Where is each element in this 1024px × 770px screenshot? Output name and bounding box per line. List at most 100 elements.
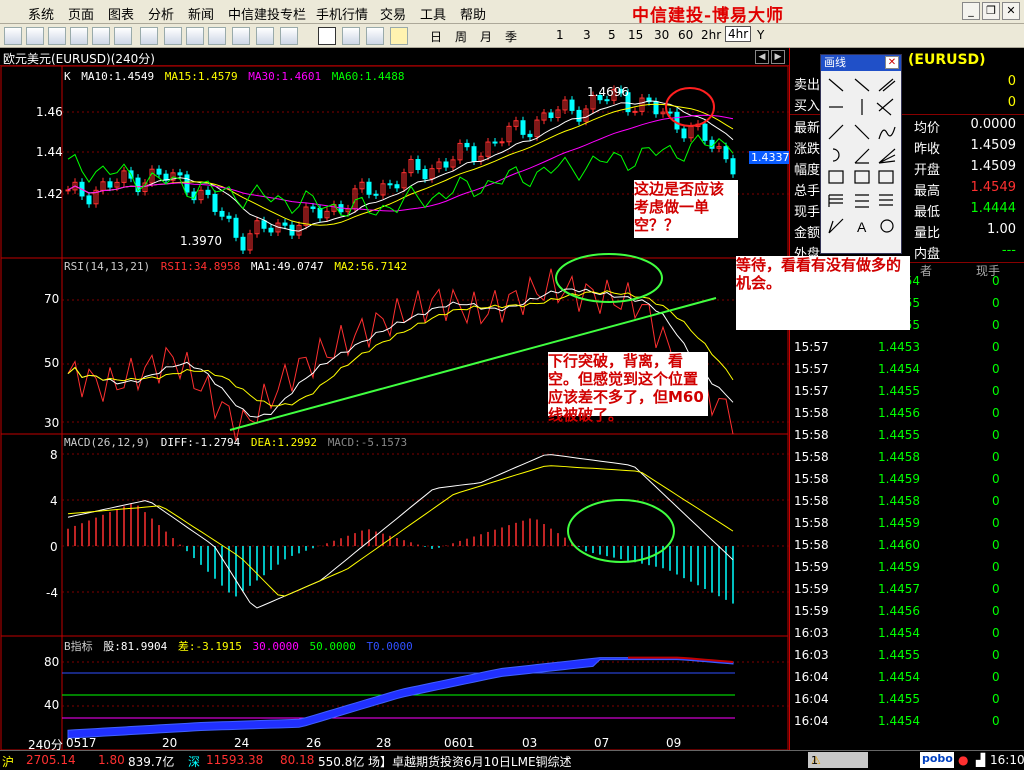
candle-body <box>387 183 393 186</box>
refresh-icon[interactable] <box>164 27 182 45</box>
legend-ma10: MA10:1.4549 <box>81 70 155 83</box>
menu-trade[interactable]: 交易 <box>380 4 406 23</box>
trade-vol: 0 <box>992 318 1000 332</box>
draw-pen-icon[interactable] <box>318 27 336 45</box>
low-label: 最低 <box>914 205 941 220</box>
menu-analysis[interactable]: 分析 <box>148 4 174 23</box>
candle-body <box>499 141 505 144</box>
ratio-label: 量比 <box>914 226 941 241</box>
menu-news[interactable]: 新闻 <box>188 4 214 23</box>
trade-row: 15:57 1.4455 0 <box>790 380 1024 402</box>
trade-vol: 0 <box>992 296 1000 310</box>
low-value: 1.4444 <box>970 201 1017 216</box>
candle-body <box>667 111 673 114</box>
now-label: 现手 <box>794 205 821 220</box>
candle-body <box>177 172 183 176</box>
period-3[interactable]: 3 <box>583 28 591 42</box>
menu-help[interactable]: 帮助 <box>460 4 486 23</box>
list-icon[interactable] <box>92 27 110 45</box>
period-day[interactable]: 日 <box>430 28 442 45</box>
trade-row: 15:58 1.4455 0 <box>790 424 1024 446</box>
trade-time: 15:58 <box>794 428 829 442</box>
menu-chart[interactable]: 图表 <box>108 4 134 23</box>
lightning-icon[interactable] <box>390 27 408 45</box>
tool-fib-icon <box>854 170 870 184</box>
period-quarter[interactable]: 季 <box>505 28 517 45</box>
macd-tick-8: 8 <box>50 448 58 462</box>
fio-icon[interactable] <box>140 27 158 45</box>
candle-body <box>422 169 428 180</box>
period-30[interactable]: 30 <box>654 28 669 42</box>
export-icon[interactable] <box>256 27 274 45</box>
menu-page[interactable]: 页面 <box>68 4 94 23</box>
trade-vol: 0 <box>992 340 1000 354</box>
trade-time: 15:57 <box>794 384 829 398</box>
legend-rsi1: RSI1:34.8958 <box>160 260 241 273</box>
price-tick-144: 1.44 <box>36 145 63 159</box>
candle-body <box>527 133 533 138</box>
alarm-icon[interactable] <box>342 27 360 45</box>
period-year[interactable]: Y <box>757 28 764 42</box>
period-60[interactable]: 60 <box>678 28 693 42</box>
candle-body <box>674 111 680 130</box>
trade-time: 16:03 <box>794 648 829 662</box>
tool-arc-icon <box>832 148 840 162</box>
sell-label: 卖出 <box>794 78 821 93</box>
candle-body <box>240 236 246 251</box>
draw-panel-close-icon[interactable]: ✕ <box>885 56 899 69</box>
zoom-out-icon[interactable] <box>208 27 226 45</box>
zoom-in-icon[interactable] <box>186 27 204 45</box>
close-icon[interactable]: ✕ <box>1002 2 1020 20</box>
trade-price: 1.4454 <box>878 670 920 684</box>
period-week[interactable]: 周 <box>455 28 467 45</box>
alert-box[interactable]: ⚠ 1 <box>808 752 868 768</box>
trade-row: 15:58 1.4456 0 <box>790 402 1024 424</box>
draw-panel-title: 画线 ✕ <box>821 55 901 71</box>
formula-icon[interactable] <box>366 27 384 45</box>
tool-text-icon[interactable]: A <box>857 219 867 235</box>
rsi-legend: RSI(14,13,21) RSI1:34.8958 MA1:49.0747 M… <box>64 260 407 273</box>
minimize-icon[interactable]: _ <box>962 2 980 20</box>
period-month[interactable]: 月 <box>480 28 492 45</box>
trade-row: 15:59 1.4457 0 <box>790 578 1024 600</box>
f-icon[interactable] <box>114 27 132 45</box>
chart-nav-left-icon[interactable]: ◀ <box>755 50 769 64</box>
period-2hr[interactable]: 2hr <box>701 28 721 42</box>
grid-icon[interactable] <box>70 27 88 45</box>
date-20: 20 <box>162 736 178 750</box>
period-4hr[interactable]: 4hr <box>725 26 752 42</box>
b-tick-40: 40 <box>44 698 60 712</box>
period-5[interactable]: 5 <box>608 28 616 42</box>
edit-icon[interactable] <box>232 27 250 45</box>
line-chart-icon[interactable] <box>26 27 44 45</box>
f10-icon[interactable] <box>48 27 66 45</box>
menu-mobile[interactable]: 手机行情 <box>316 4 368 23</box>
trade-time: 15:58 <box>794 494 829 508</box>
candle-body <box>282 222 288 226</box>
sh-index: 2705.14 <box>26 753 76 767</box>
period-1[interactable]: 1 <box>556 28 564 42</box>
quote-table-icon[interactable] <box>4 27 22 45</box>
trade-row: 15:59 1.4456 0 <box>790 600 1024 622</box>
menu-tools[interactable]: 工具 <box>420 4 446 23</box>
tool-lines-icon <box>829 194 843 204</box>
chart-nav-right-icon[interactable]: ▶ <box>771 50 785 64</box>
legend-ma30: MA30:1.4601 <box>248 70 322 83</box>
tool-pitchfork-icon <box>828 218 844 234</box>
import-icon[interactable] <box>280 27 298 45</box>
candle-body <box>86 195 92 205</box>
trade-row: 15:57 1.4454 0 <box>790 358 1024 380</box>
latest-label: 最新 <box>794 121 821 136</box>
date-28: 28 <box>376 736 392 750</box>
trade-vol: 0 <box>992 714 1000 728</box>
period-15[interactable]: 15 <box>628 28 643 42</box>
menu-system[interactable]: 系统 <box>28 4 54 23</box>
news-ticker[interactable]: 场】卓越期货投资6月10日LME铜综述 <box>368 753 572 770</box>
tool-cycle-icon <box>855 194 869 208</box>
price-legend: K MA10:1.4549 MA15:1.4579 MA30:1.4601 MA… <box>64 70 405 83</box>
change-label: 涨跌 <box>794 142 821 157</box>
trade-row: 16:03 1.4454 0 <box>790 622 1024 644</box>
menu-column[interactable]: 中信建投专栏 <box>228 4 306 23</box>
restore-icon[interactable]: ❐ <box>982 2 1000 20</box>
trade-time: 15:57 <box>794 362 829 376</box>
